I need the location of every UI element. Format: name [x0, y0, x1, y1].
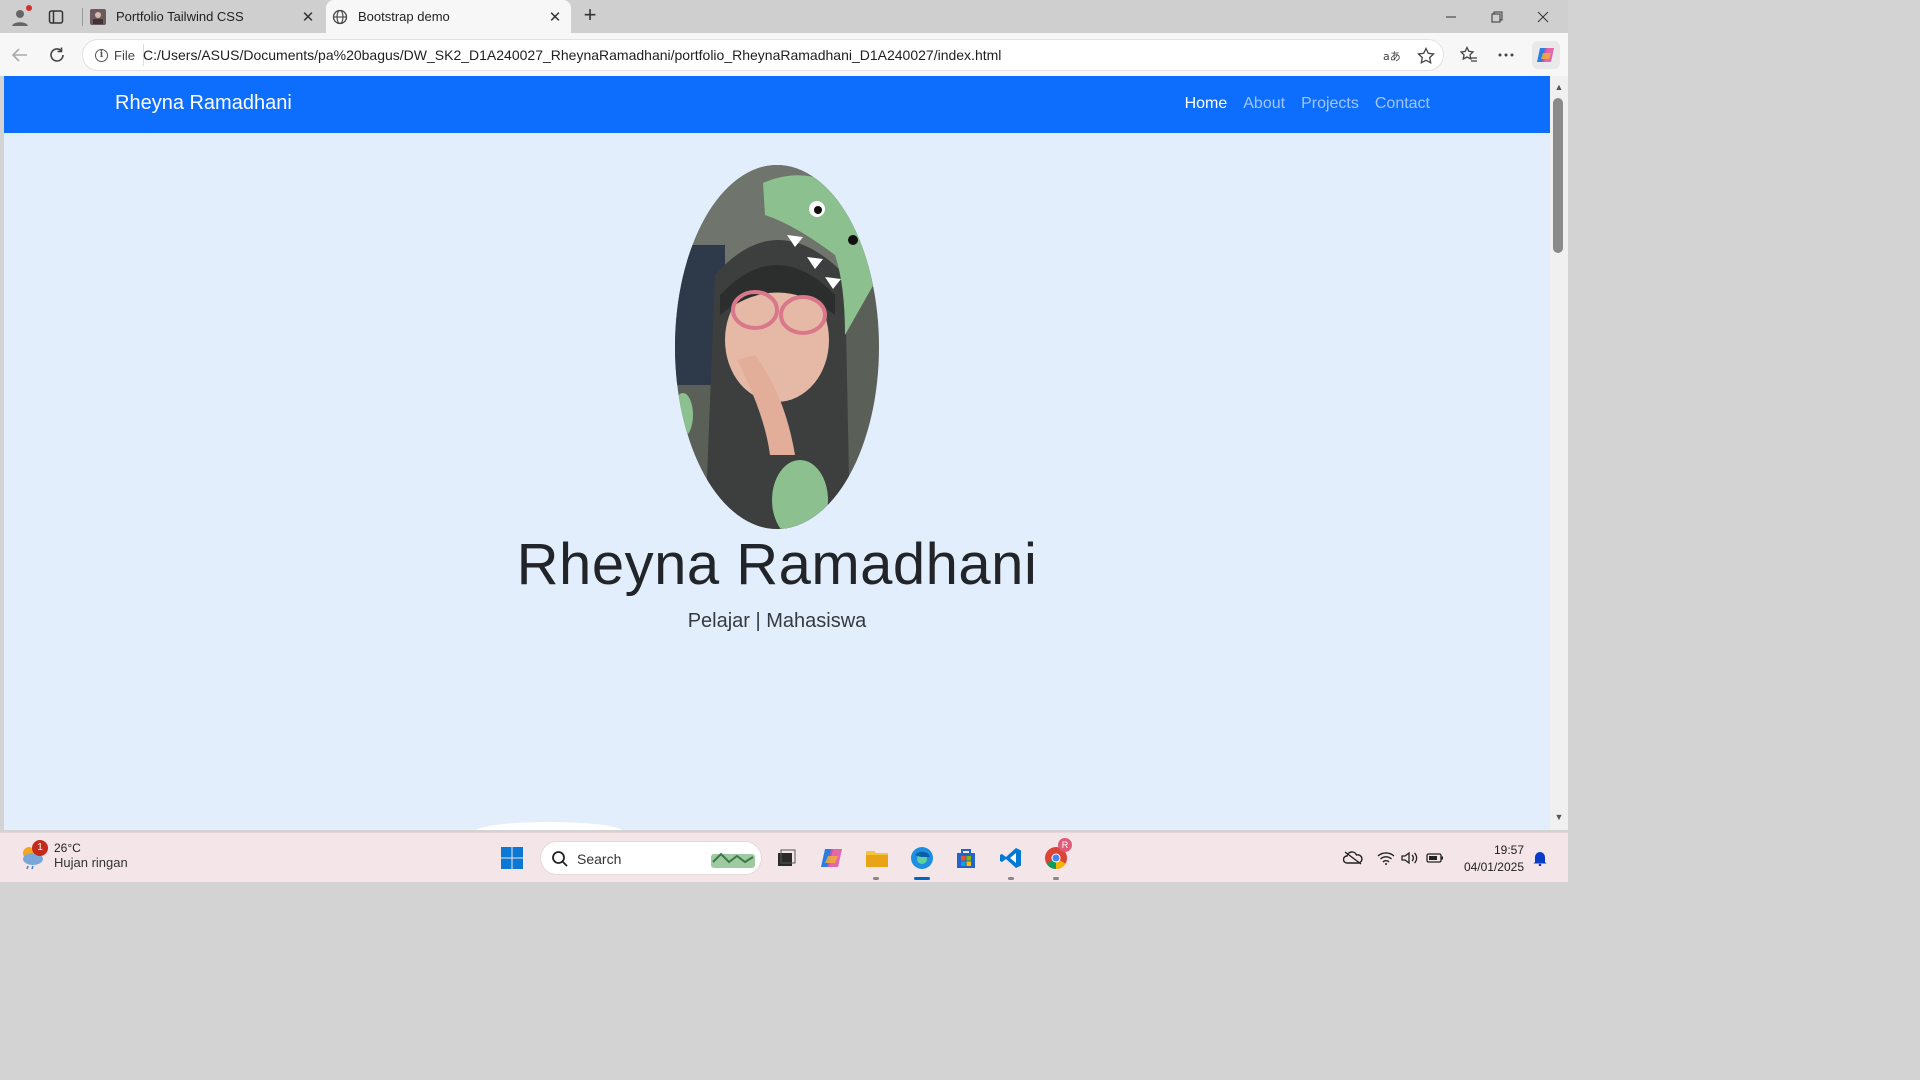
nav-link-contact[interactable]: Contact [1375, 95, 1430, 113]
vscode-icon[interactable] [995, 842, 1027, 874]
close-tab-icon[interactable]: ✕ [545, 8, 565, 26]
onedrive-off-icon[interactable] [1342, 848, 1364, 868]
favorite-star-icon[interactable] [1415, 45, 1437, 67]
tab-title: Portfolio Tailwind CSS [116, 9, 244, 24]
file-explorer-icon[interactable] [861, 842, 893, 874]
start-icon[interactable] [496, 842, 528, 874]
copilot-icon[interactable] [1532, 41, 1560, 69]
nav-link-about[interactable]: About [1243, 95, 1285, 113]
file-label: File [114, 47, 135, 63]
search-icon [551, 850, 569, 873]
clock-date: 04/01/2025 [1463, 860, 1524, 874]
nav-link-home[interactable]: Home [1185, 95, 1228, 113]
new-tab-button[interactable]: + [578, 4, 602, 28]
search-highlight-icon [709, 848, 757, 875]
site-navbar: Rheyna Ramadhani Home About Projects Con… [4, 76, 1550, 133]
chrome-icon[interactable]: R [1040, 838, 1072, 874]
tab-strip: Portfolio Tailwind CSS ✕ Bootstrap demo … [0, 0, 1568, 33]
info-icon: i [95, 48, 108, 62]
reload-icon[interactable] [44, 42, 70, 68]
weather-temp: 26°C [54, 841, 81, 855]
browser-toolbar: i File C:/Users/ASUS/Documents/pa%20bagu… [0, 33, 1568, 76]
minimize-icon[interactable] [1428, 0, 1474, 33]
scroll-thumb[interactable] [1553, 98, 1563, 253]
restore-icon[interactable] [1474, 0, 1520, 33]
wifi-icon[interactable] [1375, 848, 1397, 868]
vscode-running-indicator [1008, 877, 1014, 880]
weather-widget[interactable]: 1 26°C Hujan ringan [18, 839, 128, 870]
tab-separator [82, 8, 83, 26]
chrome-running-indicator [1053, 877, 1059, 880]
address-bar[interactable]: i File C:/Users/ASUS/Documents/pa%20bagu… [82, 39, 1444, 71]
weather-cloud-icon: 1 [18, 839, 48, 870]
site-info-chip[interactable]: i File [89, 44, 144, 66]
page-viewport: Rheyna Ramadhani Home About Projects Con… [4, 76, 1550, 830]
tab-bootstrap-demo[interactable]: Bootstrap demo ✕ [326, 0, 571, 33]
back-icon[interactable] [7, 42, 33, 68]
copilot-app-icon[interactable] [816, 842, 848, 874]
svg-text:aあ: aあ [1383, 50, 1401, 63]
taskbar-search[interactable]: Search [540, 841, 762, 875]
close-tab-icon[interactable]: ✕ [298, 8, 318, 26]
explorer-running-indicator [873, 877, 879, 880]
scroll-down-icon[interactable]: ▼ [1554, 812, 1564, 822]
notification-bell-icon[interactable] [1529, 848, 1551, 868]
edge-icon[interactable] [906, 842, 938, 874]
task-view-icon[interactable] [770, 842, 802, 874]
globe-icon [332, 9, 348, 25]
battery-icon[interactable] [1424, 848, 1446, 868]
more-icon[interactable] [1493, 42, 1519, 68]
weather-desc: Hujan ringan [54, 855, 128, 870]
url-text[interactable]: C:/Users/ASUS/Documents/pa%20bagus/DW_SK… [143, 47, 1001, 63]
profile-photo [675, 165, 879, 529]
system-clock[interactable]: 19:57 04/01/2025 [1458, 842, 1524, 876]
close-window-icon[interactable] [1520, 0, 1566, 33]
favorites-icon[interactable] [1456, 42, 1482, 68]
tab-actions-icon[interactable] [44, 5, 68, 29]
read-aloud-icon[interactable]: aあ [1381, 45, 1403, 67]
weather-badge: 1 [32, 839, 48, 856]
volume-icon[interactable] [1399, 848, 1421, 868]
navbar-brand[interactable]: Rheyna Ramadhani [115, 92, 292, 115]
hero-subtitle: Pelajar | Mahasiswa [687, 610, 867, 632]
nav-links: Home About Projects Contact [1185, 95, 1430, 113]
notification-dot [26, 5, 32, 11]
nav-link-projects[interactable]: Projects [1301, 95, 1359, 113]
search-label: Search [577, 851, 622, 867]
store-icon[interactable] [950, 842, 982, 874]
scroll-up-icon[interactable]: ▲ [1554, 82, 1564, 92]
edge-active-indicator [914, 877, 930, 880]
tab-title: Bootstrap demo [358, 9, 450, 24]
hero-name: Rheyna Ramadhani [516, 532, 1038, 597]
portfolio-favicon-icon [90, 8, 106, 25]
page-scrollbar[interactable]: ▲ ▼ [1550, 76, 1568, 830]
clock-time: 19:57 [1493, 843, 1524, 857]
tab-portfolio-tailwind[interactable]: Portfolio Tailwind CSS ✕ [84, 0, 324, 33]
windows-taskbar: 1 26°C Hujan ringan Search R 19:57 04/01… [0, 832, 1568, 882]
bottom-wave-decoration [474, 822, 624, 830]
chrome-profile-badge: R [1058, 838, 1072, 852]
